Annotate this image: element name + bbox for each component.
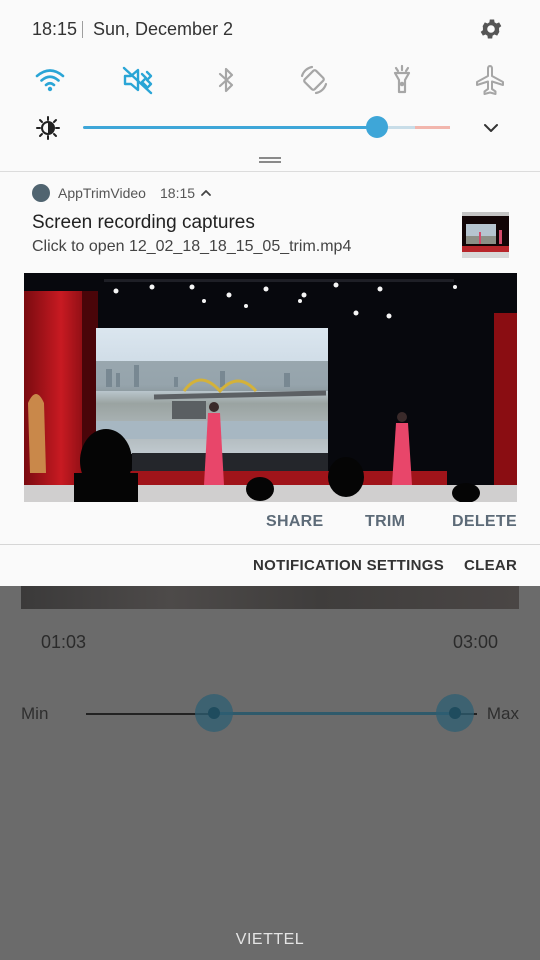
carrier-label: VIETTEL bbox=[235, 931, 305, 948]
notification-shade: 18:15 Sun, December 2 AppTrimVideo 18:15… bbox=[0, 0, 540, 586]
notification-app-name: AppTrimVideo bbox=[58, 185, 146, 201]
trim-range-selected bbox=[214, 712, 455, 715]
trim-end-handle[interactable] bbox=[436, 694, 474, 732]
flashlight-icon[interactable] bbox=[385, 63, 419, 97]
trim-end-time: 03:00 bbox=[452, 632, 498, 652]
sound-mute-icon[interactable] bbox=[121, 63, 155, 97]
brightness-slider-high-zone[interactable] bbox=[415, 126, 450, 129]
range-min-label: Min bbox=[21, 704, 49, 723]
range-max-label: Max bbox=[486, 704, 519, 723]
chevron-up-icon[interactable] bbox=[199, 186, 213, 200]
video-preview-image[interactable] bbox=[24, 273, 517, 502]
footer-divider bbox=[0, 544, 540, 545]
clear-button[interactable]: CLEAR bbox=[464, 557, 517, 574]
brightness-slider-fill[interactable] bbox=[83, 126, 377, 129]
delete-button[interactable]: DELETE bbox=[452, 513, 517, 531]
airplane-mode-icon[interactable] bbox=[473, 63, 507, 97]
app-icon bbox=[32, 184, 50, 202]
trim-button[interactable]: TRIM bbox=[365, 513, 405, 531]
brightness-slider-thumb[interactable] bbox=[366, 116, 388, 138]
brightness-icon[interactable] bbox=[35, 115, 61, 141]
wifi-icon[interactable] bbox=[33, 63, 67, 97]
share-button[interactable]: SHARE bbox=[266, 513, 324, 531]
notification-text: Click to open 12_02_18_18_15_05_trim.mp4 bbox=[32, 238, 352, 255]
header-divider bbox=[82, 21, 83, 38]
trim-start-handle[interactable] bbox=[195, 694, 233, 732]
bluetooth-icon[interactable] bbox=[209, 63, 243, 97]
quick-settings-row bbox=[0, 60, 540, 100]
gear-icon[interactable] bbox=[478, 16, 504, 42]
auto-rotate-icon[interactable] bbox=[297, 63, 331, 97]
notification-time: 18:15 bbox=[160, 185, 196, 201]
notification-card[interactable]: AppTrimVideo 18:15 Screen recording capt… bbox=[0, 172, 540, 544]
clock: 18:15 bbox=[32, 19, 78, 39]
video-preview-strip bbox=[21, 586, 519, 609]
shade-drag-handle[interactable] bbox=[259, 157, 281, 163]
brightness-row bbox=[0, 108, 540, 148]
notification-title: Screen recording captures bbox=[32, 212, 255, 233]
notification-settings-button[interactable]: NOTIFICATION SETTINGS bbox=[253, 557, 444, 574]
status-header: 18:15 Sun, December 2 bbox=[0, 0, 540, 60]
video-thumbnail bbox=[462, 212, 509, 258]
chevron-down-icon[interactable] bbox=[480, 117, 502, 139]
date-label[interactable]: Sun, December 2 bbox=[93, 19, 233, 40]
trim-start-time: 01:03 bbox=[41, 632, 87, 652]
